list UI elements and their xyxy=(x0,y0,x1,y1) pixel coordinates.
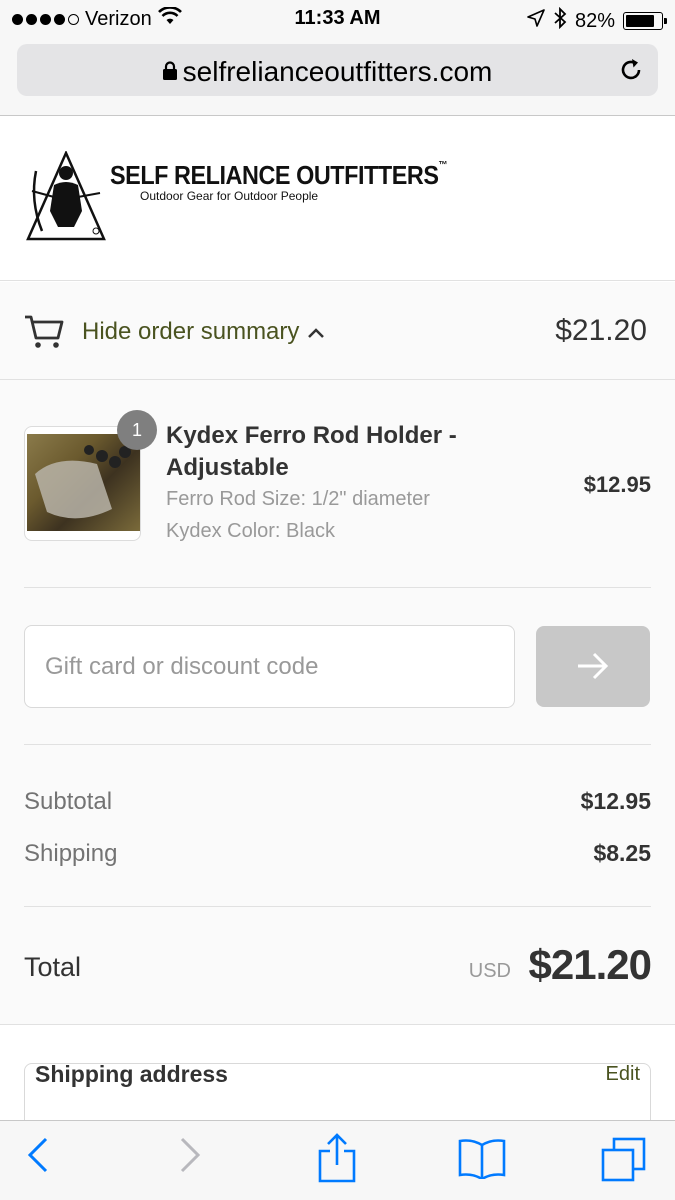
edit-shipping-link[interactable]: Edit xyxy=(606,1063,640,1086)
product-option-color: Kydex Color: Black xyxy=(166,520,335,542)
back-icon[interactable] xyxy=(26,1135,50,1180)
subtotal-label: Subtotal xyxy=(24,788,113,815)
divider xyxy=(24,906,651,907)
chevron-up-icon xyxy=(307,318,325,346)
cart-icon xyxy=(24,314,64,355)
share-icon[interactable] xyxy=(318,1133,356,1188)
brand-logo-icon[interactable] xyxy=(24,149,108,248)
reload-icon[interactable] xyxy=(618,57,644,88)
summary-total: $21.20 xyxy=(555,314,647,347)
status-right: 82% xyxy=(527,6,667,35)
url-text: selfrelianceoutfitters.com xyxy=(182,56,493,87)
forward-icon[interactable] xyxy=(178,1135,202,1180)
order-summary-toggle[interactable]: Hide order summary $21.20 xyxy=(0,282,675,380)
total-label: Total xyxy=(24,952,82,982)
shipping-label: Shipping xyxy=(24,840,118,867)
tabs-icon[interactable] xyxy=(600,1137,648,1188)
toggle-label: Hide order summary xyxy=(82,318,325,346)
address-bar[interactable]: selfrelianceoutfitters.com xyxy=(17,44,658,96)
checkout-content: Shipping address Edit xyxy=(0,1024,675,1143)
product-price: $12.95 xyxy=(583,472,651,497)
bluetooth-icon xyxy=(553,6,567,35)
total-value: $21.20 xyxy=(528,941,652,988)
order-summary: Hide order summary $21.20 1 Kydex Ferro … xyxy=(0,282,675,1024)
store-header: SELF RELIANCE OUTFITTERS™ Outdoor Gear f… xyxy=(0,117,675,281)
total-currency: USD xyxy=(468,960,511,982)
divider xyxy=(24,587,651,588)
subtotal-value: $12.95 xyxy=(580,788,651,814)
quantity-badge: 1 xyxy=(117,410,157,450)
brand-tagline: Outdoor Gear for Outdoor People xyxy=(140,189,319,203)
shipping-address-title: Shipping address xyxy=(35,1061,228,1087)
status-bar: Verizon 11:33 AM 82% xyxy=(0,0,675,38)
apply-discount-button[interactable] xyxy=(536,626,650,707)
divider xyxy=(24,744,651,745)
total-row: Total USD $21.20 xyxy=(24,938,652,998)
location-arrow-icon xyxy=(527,9,545,33)
line-item: 1 Kydex Ferro Rod Holder - Adjustable Fe… xyxy=(24,408,651,548)
product-image xyxy=(27,434,140,531)
battery-icon xyxy=(623,12,667,30)
battery-percent: 82% xyxy=(574,9,615,32)
browser-chrome: selfrelianceoutfitters.com xyxy=(0,38,675,116)
product-option-size: Ferro Rod Size: 1/2" diameter xyxy=(166,488,430,510)
bookmarks-icon[interactable] xyxy=(458,1137,506,1184)
brand-title: SELF RELIANCE OUTFITTERS™ xyxy=(110,160,448,190)
shipping-value: $8.25 xyxy=(593,840,651,866)
discount-code-input[interactable] xyxy=(24,625,515,708)
product-name: Kydex Ferro Rod Holder - Adjustable xyxy=(166,422,457,481)
browser-toolbar xyxy=(0,1120,675,1200)
